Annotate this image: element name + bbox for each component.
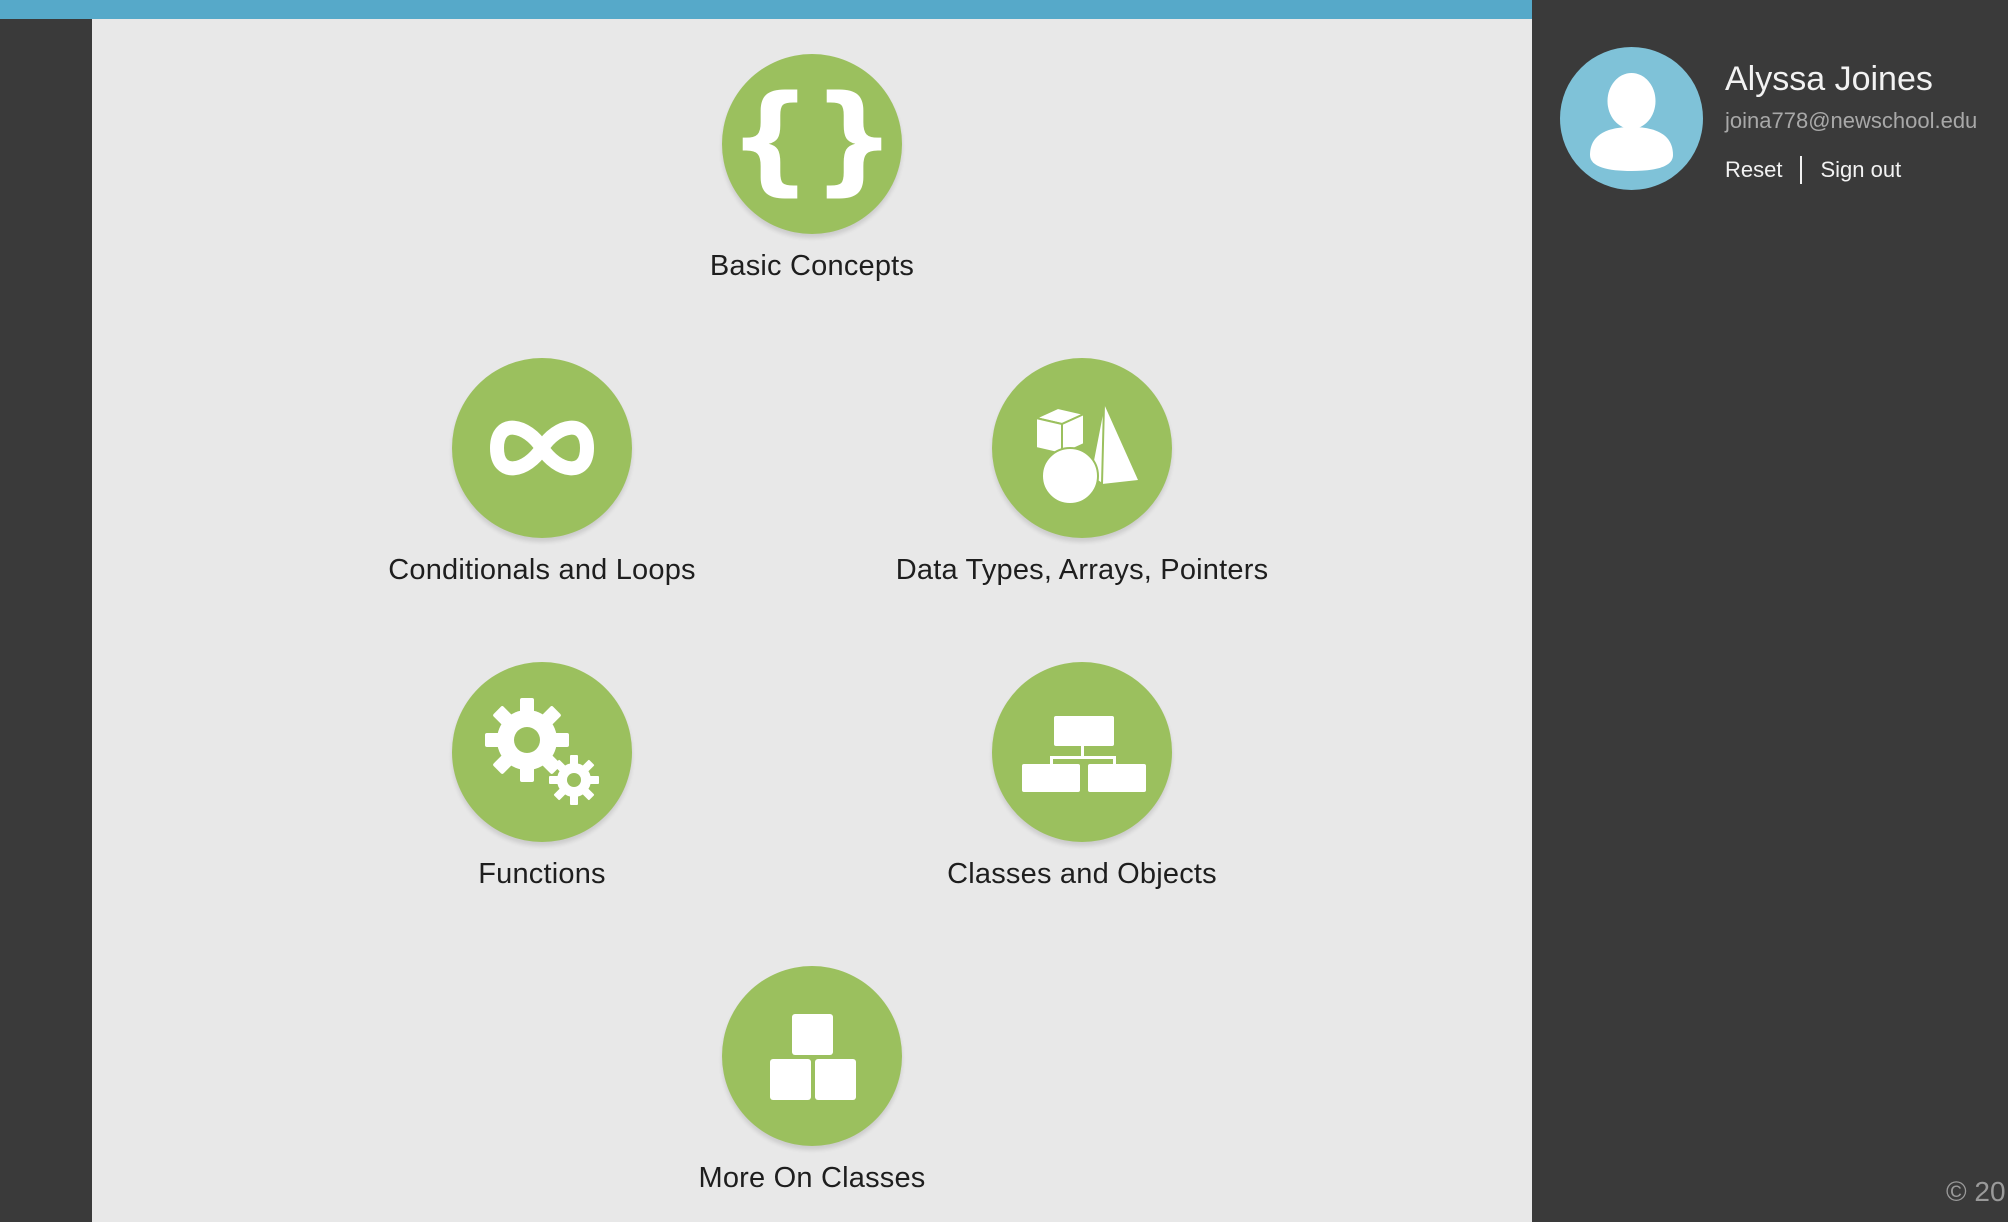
lesson-label: Data Types, Arrays, Pointers — [895, 554, 1269, 586]
link-divider — [1800, 156, 1803, 184]
lessons-panel: {} Basic Concepts Conditionals and Loops — [92, 19, 1532, 1222]
lesson-classes-and-objects[interactable]: Classes and Objects — [872, 662, 1292, 912]
sign-out-link[interactable]: Sign out — [1820, 157, 1901, 183]
lesson-circle[interactable] — [452, 358, 632, 538]
lesson-label: Functions — [478, 858, 606, 890]
copyright-text: © 20 — [1946, 1176, 2006, 1207]
infinity-icon — [490, 420, 594, 476]
lesson-label: Conditionals and Loops — [388, 554, 696, 586]
lesson-circle[interactable] — [992, 358, 1172, 538]
lesson-conditionals-and-loops[interactable]: Conditionals and Loops — [332, 358, 752, 608]
left-gutter — [0, 19, 92, 1222]
lesson-label: Basic Concepts — [709, 250, 915, 282]
user-email: joina778@newschool.edu — [1725, 108, 1978, 133]
lesson-data-types-arrays-pointers[interactable]: Data Types, Arrays, Pointers — [872, 358, 1292, 608]
lesson-circle[interactable] — [992, 662, 1172, 842]
gears-icon — [485, 698, 599, 805]
user-actions: Reset Sign out — [1725, 156, 1901, 184]
lesson-label: Classes and Objects — [947, 858, 1217, 890]
shapes-icon — [1032, 403, 1138, 505]
lesson-basic-concepts[interactable]: {} Basic Concepts — [602, 54, 1022, 304]
reset-link[interactable]: Reset — [1725, 157, 1782, 183]
lesson-more-on-classes[interactable]: More On Classes — [602, 966, 1022, 1216]
lesson-label: More On Classes — [698, 1162, 926, 1194]
lesson-functions[interactable]: Functions — [332, 662, 752, 912]
svg-text:{}: {} — [728, 69, 896, 207]
curly-braces-icon: {} — [728, 69, 896, 207]
user-avatar[interactable] — [1560, 47, 1703, 190]
blocks-icon — [770, 1014, 856, 1100]
lesson-circle[interactable] — [452, 662, 632, 842]
lesson-circle[interactable]: {} — [722, 54, 902, 234]
hierarchy-icon — [1022, 716, 1146, 792]
user-name: Alyssa Joines — [1725, 60, 1933, 98]
lesson-circle[interactable] — [722, 966, 902, 1146]
user-avatar-icon — [1590, 73, 1673, 171]
